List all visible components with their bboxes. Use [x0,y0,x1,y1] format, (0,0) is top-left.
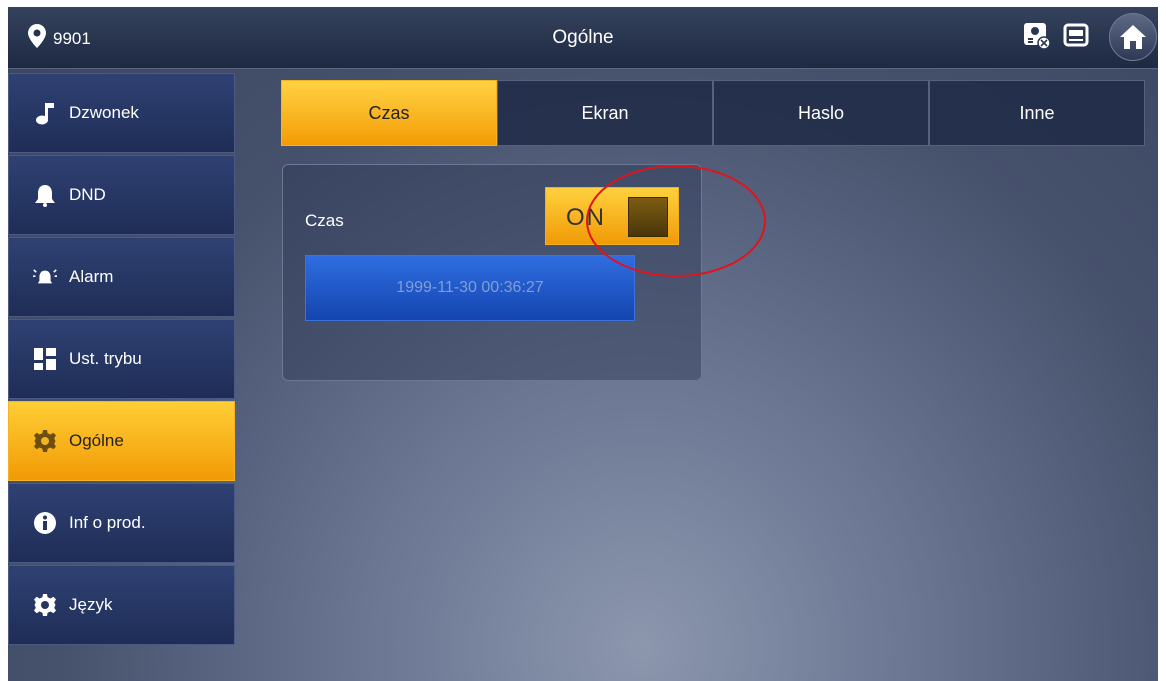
sidebar-item-label: DND [69,185,106,204]
tab-ekran[interactable]: Ekran [497,80,713,146]
sidebar-item-inf-o-prod[interactable]: Inf o prod. [8,483,235,563]
page-title: Ogólne [552,27,614,48]
sidebar-item-jezyk[interactable]: Język [8,565,235,645]
sidebar-item-label: Alarm [69,267,114,286]
app-window: 9901 Ogólne Dzwonek DND Alarm Ust. trybu… [8,7,1158,681]
tab-haslo[interactable]: Haslo [713,80,929,146]
sidebar-item-dnd[interactable]: DND [8,155,235,235]
gear-icon [33,429,57,453]
gear-icon [33,593,57,617]
bell-icon [33,183,57,207]
sidebar-item-label: Ogólne [69,431,124,450]
grid-icon [33,347,57,371]
contact-card-icon[interactable] [1022,21,1052,51]
time-label: Czas [305,211,344,230]
sidebar-item-label: Inf o prod. [69,513,146,532]
music-note-icon [33,101,57,125]
sidebar-item-label: Dzwonek [69,103,139,122]
monitor-icon[interactable] [1062,21,1092,51]
tab-bar: Czas Ekran Haslo Inne [281,80,1145,146]
sidebar-item-dzwonek[interactable]: Dzwonek [8,73,235,153]
sidebar: Dzwonek DND Alarm Ust. trybu Ogólne Inf … [8,73,235,681]
datetime-field[interactable]: 1999-11-30 00:36:27 [305,255,635,321]
info-icon [33,511,57,535]
home-icon [1120,25,1146,49]
sidebar-item-alarm[interactable]: Alarm [8,237,235,317]
home-button[interactable] [1109,13,1157,61]
top-bar: 9901 Ogólne [8,7,1158,69]
sidebar-item-label: Język [69,595,113,614]
tab-czas[interactable]: Czas [281,80,497,146]
annotation-ellipse [586,165,766,277]
sidebar-item-ust-trybu[interactable]: Ust. trybu [8,319,235,399]
sidebar-item-ogolne[interactable]: Ogólne [8,401,235,481]
tab-inne[interactable]: Inne [929,80,1145,146]
sidebar-item-label: Ust. trybu [69,349,142,368]
alarm-icon [33,265,57,289]
